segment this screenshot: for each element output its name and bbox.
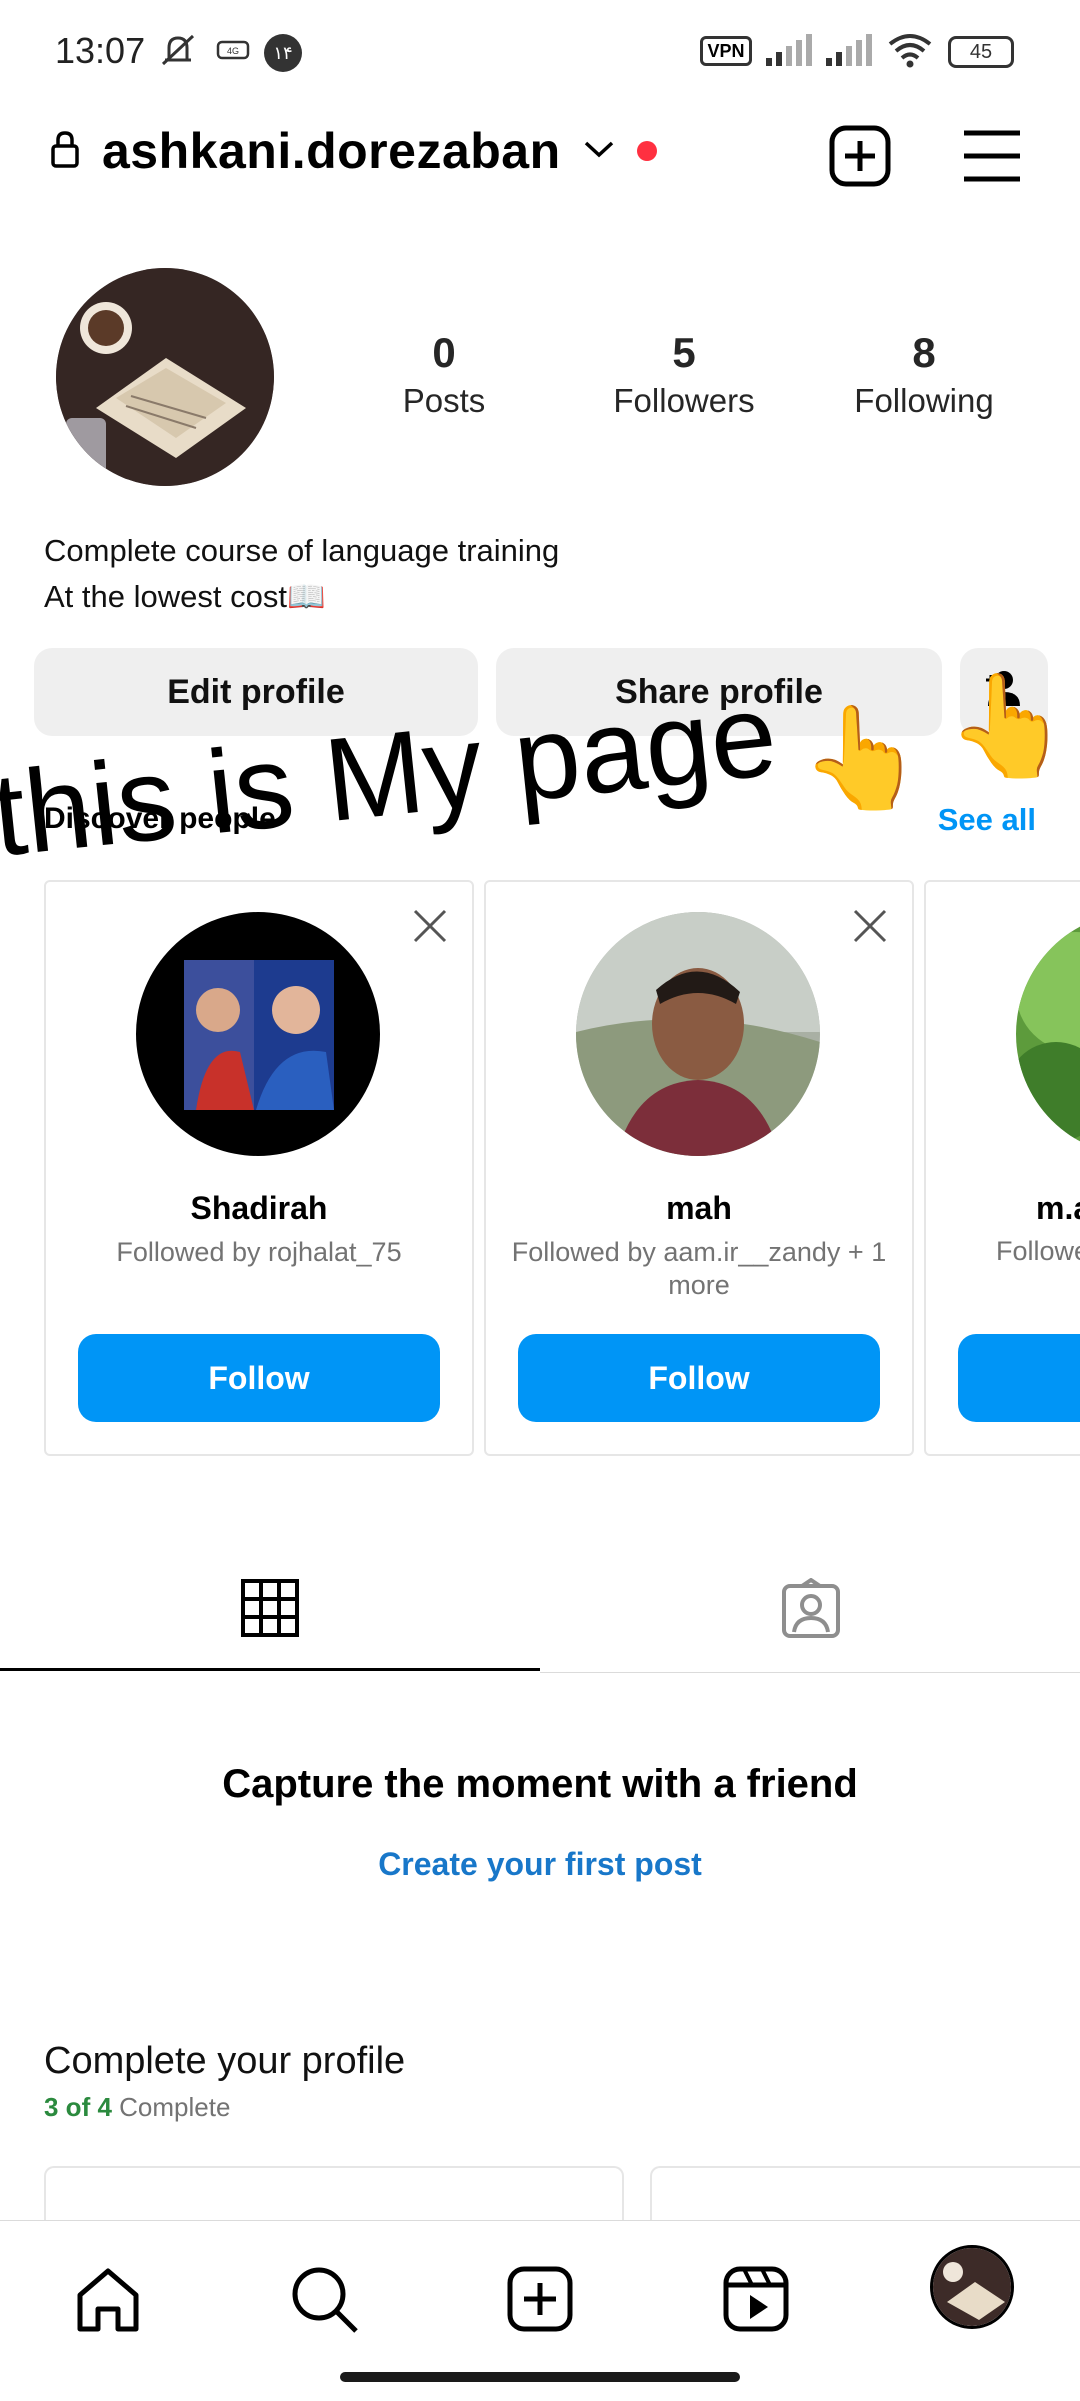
stat-following[interactable]: 8 Following: [814, 329, 1034, 420]
lock-icon: [50, 129, 80, 174]
follow-button[interactable]: Follow: [518, 1334, 880, 1422]
suggestion-name: Shadirah: [190, 1190, 328, 1226]
pointing-hand-emoji: 👆: [800, 702, 925, 814]
pointing-hand-emoji: 👆: [946, 670, 1071, 782]
mute-icon: [155, 30, 201, 70]
stat-value: 0: [432, 329, 456, 376]
signal-icon-2: [824, 30, 874, 70]
sim-icon: 4G: [215, 30, 251, 70]
tagged-tab[interactable]: [780, 1577, 842, 1640]
suggestion-context: Followed by rojhalat_75: [116, 1237, 402, 1267]
dismiss-icon[interactable]: [410, 906, 450, 946]
suggestion-name: mah: [666, 1190, 732, 1226]
stat-posts[interactable]: 0 Posts: [334, 329, 554, 420]
suggestion-card: mah Followed by aam.ir__zandy + 1 more F…: [484, 880, 914, 1456]
progress-count: 3 of 4: [44, 2092, 112, 2122]
follow-button[interactable]: [958, 1334, 1080, 1422]
complete-profile-title: Complete your profile: [44, 2040, 406, 2082]
empty-state-title: Capture the moment with a friend: [222, 1762, 858, 1806]
create-icon[interactable]: [502, 2261, 578, 2337]
stat-label: Followers: [613, 382, 755, 420]
account-switcher[interactable]: ashkani.dorezaban: [50, 122, 657, 180]
profile-avatar[interactable]: [56, 268, 274, 486]
search-icon[interactable]: [286, 2261, 362, 2337]
vpn-indicator: VPN: [700, 36, 752, 66]
notification-dot: [636, 141, 657, 161]
svg-text:4G: 4G: [227, 46, 239, 56]
bio-line: At the lowest cost📖: [44, 579, 326, 614]
suggestion-avatar[interactable]: [136, 912, 380, 1156]
suggestion-avatar[interactable]: [576, 912, 820, 1156]
profile-bio: Complete course of language training At …: [44, 528, 559, 620]
chevron-down-icon: [583, 138, 615, 165]
create-first-post-link[interactable]: Create your first post: [0, 1846, 1080, 1883]
stat-label: Following: [854, 382, 994, 420]
status-time: 13:07: [55, 30, 146, 71]
home-icon[interactable]: [70, 2261, 146, 2337]
profile-nav-avatar[interactable]: [930, 2245, 1014, 2329]
battery-icon: 45: [948, 36, 1014, 68]
stat-followers[interactable]: 5 Followers: [574, 329, 794, 420]
tab-divider: [540, 1672, 1080, 1673]
follow-button[interactable]: Follow: [78, 1334, 440, 1422]
progress-suffix: Complete: [111, 2092, 231, 2122]
reels-icon[interactable]: [718, 2261, 794, 2337]
home-indicator: [340, 2372, 740, 2382]
username: ashkani.dorezaban: [102, 123, 561, 179]
stat-label: Posts: [402, 382, 486, 420]
dismiss-icon[interactable]: [850, 906, 890, 946]
suggestion-avatar[interactable]: [1016, 912, 1080, 1156]
suggestion-card: Shadirah Followed by rojhalat_75 Follow: [44, 880, 474, 1456]
grid-tab[interactable]: [240, 1578, 300, 1638]
suggestion-card: m.a Followe: [924, 880, 1080, 1456]
suggestion-name: m.a: [1036, 1190, 1080, 1226]
complete-profile-progress: 3 of 4 Complete: [44, 2092, 230, 2123]
menu-icon[interactable]: [962, 128, 1022, 184]
suggestion-context: Followed by aam.ir__zandy + 1 more: [511, 1237, 887, 1300]
stat-value: 8: [912, 329, 936, 376]
wifi-icon: [886, 30, 934, 70]
signal-icon: [764, 30, 814, 70]
stat-value: 5: [672, 329, 696, 376]
suggestion-context: Followe: [996, 1236, 1080, 1266]
notification-badge: ۱۴: [264, 34, 302, 72]
new-post-icon[interactable]: [828, 124, 892, 188]
see-all-link[interactable]: See all: [938, 802, 1036, 838]
bio-line: Complete course of language training: [44, 533, 560, 568]
active-tab-indicator: [0, 1668, 540, 1671]
